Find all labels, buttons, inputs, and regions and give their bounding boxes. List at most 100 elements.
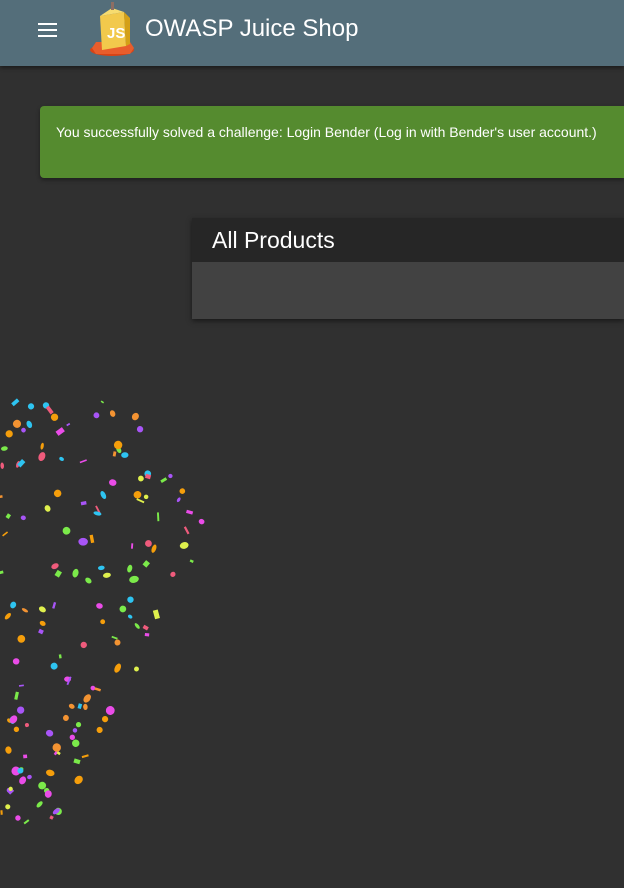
confetti-piece <box>127 614 133 619</box>
confetti-piece <box>36 801 43 808</box>
confetti-piece <box>112 451 117 457</box>
confetti-piece <box>129 575 139 583</box>
confetti-piece <box>5 513 12 519</box>
confetti-piece <box>134 623 140 629</box>
products-header: All Products <box>192 218 624 262</box>
confetti-piece <box>72 728 78 733</box>
confetti-piece <box>105 706 115 715</box>
confetti-piece <box>19 776 27 785</box>
confetti-piece <box>12 419 22 428</box>
confetti-piece <box>73 758 81 765</box>
confetti-piece <box>93 511 102 516</box>
confetti-piece <box>38 628 44 635</box>
confetti-piece <box>69 734 76 741</box>
confetti-piece <box>4 612 11 620</box>
confetti-piece <box>133 491 142 499</box>
confetti-piece <box>0 462 5 469</box>
confetti-piece <box>100 400 105 404</box>
confetti-piece <box>152 609 160 620</box>
confetti-piece <box>75 722 82 728</box>
confetti-piece <box>176 497 181 503</box>
confetti-piece <box>11 398 20 407</box>
confetti-piece <box>179 542 189 549</box>
confetti-piece <box>130 543 134 549</box>
confetti-piece <box>96 603 103 609</box>
confetti-piece <box>72 568 79 578</box>
confetti-piece <box>79 459 87 464</box>
confetti-piece <box>45 769 55 777</box>
confetti-piece <box>102 572 111 578</box>
confetti-piece <box>68 703 75 709</box>
confetti-piece <box>81 754 89 759</box>
confetti-piece <box>156 512 160 522</box>
confetti-piece <box>21 608 29 613</box>
confetti-piece <box>127 564 133 573</box>
confetti-piece <box>179 488 186 494</box>
confetti-piece <box>93 412 100 419</box>
confetti-piece <box>24 722 29 728</box>
confetti-piece <box>62 526 71 535</box>
confetti-piece <box>38 606 46 613</box>
challenge-solved-notification: You successfully solved a challenge: Log… <box>40 106 624 178</box>
confetti-piece <box>127 596 134 603</box>
confetti-piece <box>51 563 59 570</box>
confetti-piece <box>0 495 3 499</box>
confetti-piece <box>83 703 88 710</box>
confetti-piece <box>52 743 61 752</box>
confetti-piece <box>111 635 118 640</box>
confetti-piece <box>121 452 129 458</box>
confetti-piece <box>18 684 24 687</box>
confetti-piece <box>138 475 144 482</box>
confetti-piece <box>10 601 17 609</box>
confetti-piece <box>109 410 116 417</box>
confetti-piece <box>142 624 149 631</box>
confetti-piece <box>0 570 4 575</box>
products-card: All Products <box>192 218 624 319</box>
confetti-piece <box>13 726 20 733</box>
confetti-piece <box>198 518 205 525</box>
app-title[interactable]: OWASP Juice Shop <box>145 14 358 44</box>
confetti-piece <box>38 452 46 462</box>
products-title: All Products <box>212 227 335 253</box>
confetti-piece <box>119 605 127 613</box>
confetti-piece <box>143 494 149 500</box>
confetti-piece <box>45 729 54 737</box>
juice-shop-logo[interactable]: JS <box>86 2 138 58</box>
confetti-piece <box>5 430 13 438</box>
confetti-piece <box>183 526 190 535</box>
confetti-piece <box>134 666 139 672</box>
confetti-piece <box>114 663 122 673</box>
confetti-piece <box>101 716 109 723</box>
confetti-piece <box>136 498 145 504</box>
products-body <box>192 262 624 319</box>
confetti-piece <box>0 446 8 451</box>
confetti-piece <box>26 420 33 429</box>
confetti-piece <box>96 726 103 734</box>
confetti-piece <box>97 565 105 571</box>
confetti-piece <box>114 639 121 646</box>
confetti-piece <box>83 694 91 703</box>
confetti-piece <box>160 477 168 484</box>
confetti-piece <box>77 703 83 710</box>
confetti-piece <box>100 619 106 625</box>
confetti-piece <box>54 569 62 578</box>
confetti-piece <box>72 739 80 747</box>
confetti-piece <box>136 426 144 433</box>
confetti-piece <box>66 422 71 427</box>
confetti-piece <box>5 804 11 810</box>
confetti-piece <box>78 537 88 546</box>
confetti-piece <box>113 440 123 450</box>
confetti-piece <box>52 601 57 609</box>
confetti-piece <box>94 687 102 692</box>
app-toolbar: JS OWASP Juice Shop <box>0 0 624 66</box>
confetti-piece <box>44 505 51 512</box>
confetti-piece <box>80 641 87 649</box>
confetti-piece <box>49 815 54 820</box>
confetti-piece <box>55 427 65 436</box>
confetti-piece <box>131 412 139 421</box>
confetti-piece <box>100 491 107 500</box>
menu-button[interactable] <box>28 14 68 46</box>
confetti-piece <box>59 456 64 461</box>
confetti-piece <box>85 577 92 584</box>
confetti-piece <box>0 810 3 815</box>
